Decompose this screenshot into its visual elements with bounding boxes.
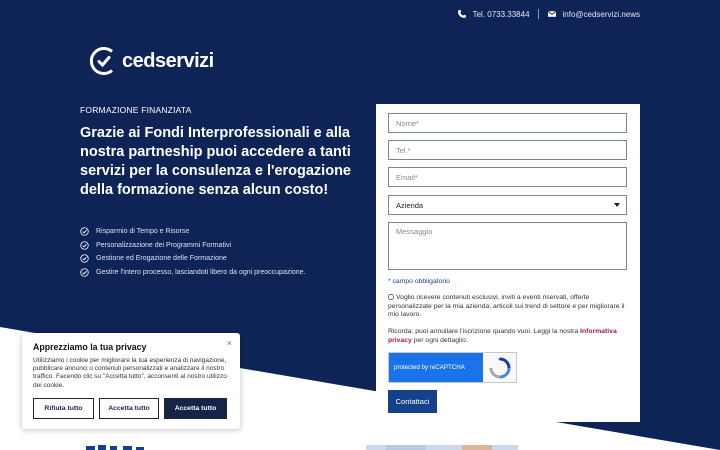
company-select-value: Azienda (396, 201, 424, 210)
submit-button[interactable]: Contattaci (388, 390, 437, 413)
accept-all-button[interactable]: Accetta tutto (164, 398, 227, 419)
logo-wordmark: cedservizi (122, 49, 214, 72)
image-peek (366, 445, 518, 450)
section-heading-peek (86, 445, 144, 450)
check-circle-icon (80, 241, 89, 250)
hero-headline: Grazie ai Fondi Interprofessionali e all… (80, 125, 351, 198)
check-circle-icon (80, 227, 89, 236)
check-circle-icon (80, 268, 89, 277)
company-select[interactable]: Azienda (388, 195, 627, 215)
contact-form: Azienda * campo obbligatorio Voglio rice… (376, 104, 640, 422)
consent-row: Voglio ricevere contenuti esclusivi, inv… (388, 294, 630, 320)
email-input[interactable] (388, 167, 627, 187)
required-note: * campo obbligatorio (388, 278, 450, 285)
phone-input[interactable] (388, 140, 627, 160)
logo-mark-icon (89, 47, 113, 75)
feature-list: Risparmio di Tempo e Risorse Personalizz… (80, 225, 306, 279)
topbar: Tel. 0733.33844 info@cedservizi.news (457, 9, 640, 19)
email-link[interactable]: info@cedservizi.news (563, 10, 640, 19)
recaptcha-label: protected by reCAPTCHA (389, 353, 483, 382)
brand-logo[interactable]: cedservizi (88, 45, 214, 77)
feature-item: Personalizzazione dei Programmi Formativ… (80, 239, 306, 253)
close-icon[interactable]: × (227, 338, 232, 348)
consent-checkbox[interactable] (388, 294, 394, 300)
remind-suffix: per ogni dettaglio. (413, 336, 468, 344)
topbar-divider (537, 9, 539, 19)
phone-icon (457, 9, 467, 19)
recaptcha-badge[interactable]: protected by reCAPTCHA (388, 352, 517, 383)
message-textarea[interactable] (388, 222, 627, 270)
chevron-down-icon (614, 203, 620, 207)
feature-item: Gestione ed Erogazione delle Formazione (80, 252, 306, 266)
unsubscribe-note: Ricorda: puoi annullare l'iscrizione qua… (388, 328, 630, 345)
hero-kicker: FORMAZIONE FINANZIATA (80, 105, 192, 115)
check-circle-icon (80, 254, 89, 263)
consent-text: Voglio ricevere contenuti esclusivi, inv… (388, 294, 625, 319)
feature-label: Gestione ed Erogazione delle Formazione (96, 255, 227, 263)
phone-link[interactable]: Tel. 0733.33844 (473, 10, 530, 19)
cookie-banner: Apprezziamo la tua privacy × Utilizziamo… (22, 333, 240, 429)
feature-item: Gestire l'intero processo, lasciandoti l… (80, 266, 306, 280)
feature-label: Risparmio di Tempo e Risorse (96, 228, 190, 236)
cookie-text: Utilizziamo i cookie per migliorare la t… (33, 357, 227, 389)
accept-button[interactable]: Accetta tutto (99, 398, 159, 419)
feature-label: Personalizzazione dei Programmi Formativ… (96, 241, 231, 249)
name-input[interactable] (388, 113, 627, 133)
recaptcha-icon (489, 357, 511, 379)
feature-label: Gestire l'intero processo, lasciandoti l… (96, 268, 306, 276)
remind-prefix: Ricorda: puoi annullare l'iscrizione qua… (388, 328, 579, 335)
feature-item: Risparmio di Tempo e Risorse (80, 225, 306, 239)
cookie-title: Apprezziamo la tua privacy (33, 342, 147, 352)
reject-all-button[interactable]: Rifiuta tutto (33, 398, 94, 419)
mail-icon (547, 9, 557, 19)
